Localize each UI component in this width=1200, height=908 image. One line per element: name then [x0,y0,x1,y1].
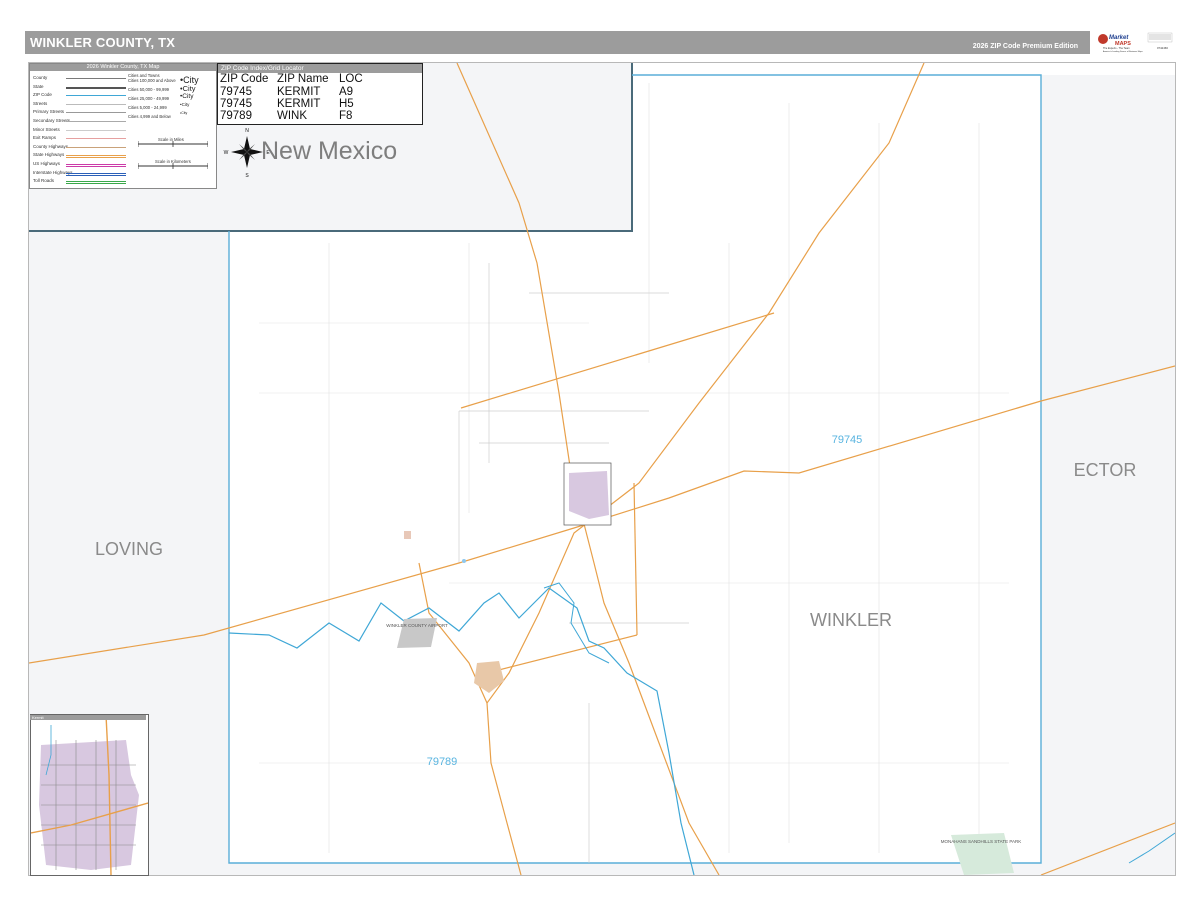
legend-title: 2026 Winkler County, TX Map [30,64,216,71]
landmark-area [404,531,411,539]
water-body [462,559,466,563]
legend-line-swatch [66,146,126,148]
legend-item-label: Primary Streets [33,109,65,115]
zip-index-title: ZIP Code Index/Grid Locator [218,64,422,73]
legend-line-swatch [66,129,126,131]
zip-label-79745: 79745 [832,434,863,446]
page-title: WINKLER COUNTY, TX [30,35,176,50]
zip-row-2-loc: F8 [339,110,353,122]
zip-row-1-code: 79745 [220,98,252,110]
zip-row-0-loc: A9 [339,86,354,98]
scale-bar-km [138,163,208,169]
zip-row-2-name: WINK [277,110,308,122]
legend-line-swatch [66,103,126,105]
legend-line-swatch [66,112,126,114]
wink-city-area [474,661,504,693]
zip-code-index: ZIP Code Index/Grid Locator ZIP Code ZIP… [217,63,423,125]
market-maps-logo: Market MAPS The Experts - The Team Ameri… [1093,31,1175,54]
zip-header-name: ZIP Name [277,73,329,85]
logo-mark-icon [1098,34,1108,44]
airport-label: WINKLER COUNTY AIRPORT [386,623,448,628]
legend-item-label: State Highways [33,152,65,158]
logo-sub: America's Leading Source of Business Map… [1103,50,1143,53]
compass-w: W [224,150,229,156]
legend-item-label: Toll Roads [33,178,55,184]
winkler-label: WINKLER [810,610,892,630]
title-bar: WINKLER COUNTY, TX 2026 ZIP Code Premium… [25,31,1090,54]
city-size-label: Cities 50,000 - 99,999 [128,87,169,92]
city-size-sample: •City [180,111,188,115]
inset-title: Kermit [30,715,146,720]
city-size-sample: •City [180,102,190,107]
zip-header-code: ZIP Code [220,73,269,85]
park-label: MONAHANS SANDHILLS STATE PARK [941,839,1022,844]
zip-label-79789: 79789 [427,756,458,768]
legend-line-swatch [66,95,126,97]
zip-row-0-name: KERMIT [277,86,321,98]
legend-item-label: Minor Streets [33,126,60,132]
legend-line-swatch [66,78,126,79]
legend-item-label: County [33,75,48,80]
city-size-label: Cities 100,000 and Above [128,78,176,83]
legend-line-swatch [66,86,126,89]
new-mexico-label: New Mexico [261,137,397,165]
inset-svg [31,715,148,875]
legend-item-label: Exit Ramps [33,135,57,141]
legend-item-label: State [33,83,44,89]
logo-tagline: The Experts - The Team [1103,47,1130,50]
compass-n: N [245,128,249,134]
kermit-inset-map[interactable] [30,714,149,876]
legend-item-label: ZIP Code [33,92,52,98]
legend-line-swatch [66,181,126,185]
legend-item-label: County Highways [33,143,69,149]
map-sheet: WINKLER COUNTY, TX 2026 ZIP Code Premium… [0,0,1200,908]
loving-label: LOVING [95,539,163,559]
legend-line-swatch [66,172,126,176]
legend-item-label: Streets [33,100,48,106]
city-size-sample: •City [180,84,196,93]
city-size-label: Cities 5,000 - 24,999 [128,105,167,110]
city-size-sample: •City [180,93,194,100]
city-size-label: Cities 25,000 - 49,999 [128,96,169,101]
city-size-label: Cities 4,999 and Below [128,114,171,119]
legend-line-swatch [66,138,126,140]
zip-row-2-code: 79789 [220,110,252,122]
kermit-city-area [569,471,609,519]
zip-row-1-name: KERMIT [277,98,321,110]
zip-row-1-loc: H5 [339,98,354,110]
legend-line-swatch [66,121,126,122]
zip-row-0-code: 79745 [220,86,252,98]
edition-label: 2026 ZIP Code Premium Edition [972,43,1078,50]
legend-item-label: Secondary Streets [33,118,71,123]
legend-panel: 2026 Winkler County, TX Map County State Z… [29,63,217,189]
logo-code: 0742466 [1157,46,1168,50]
legend-line-swatch [66,164,126,167]
zip-boundary-79745-79789 [228,587,695,875]
legend-line-swatch [66,155,126,159]
ector-label: ECTOR [1074,460,1137,480]
scale-bar-miles [138,141,208,147]
legend-item-label: US Highways [33,161,61,166]
zip-header-loc: LOC [339,73,363,85]
